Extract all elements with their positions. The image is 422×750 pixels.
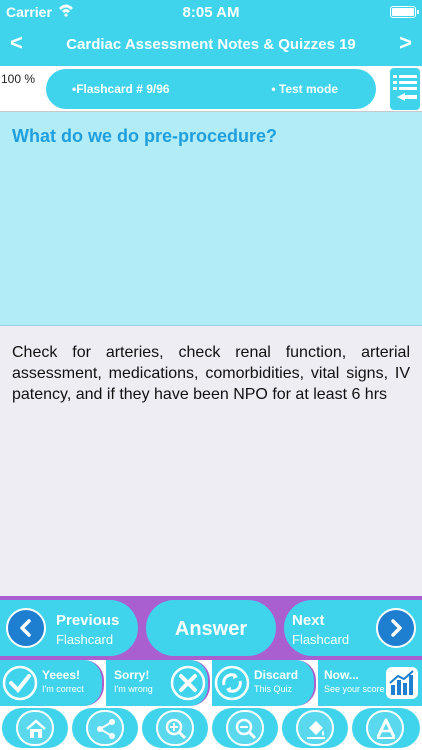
score-sublabel: See your score [324, 684, 385, 694]
zoom-in-icon [156, 710, 194, 746]
cross-icon [170, 665, 206, 701]
test-mode-label: • Test mode [271, 82, 338, 96]
next-label: Next [292, 612, 325, 629]
back-button[interactable]: < [10, 30, 23, 56]
info-strip: 100 % •Flashcard # 9/96 • Test mode [0, 66, 422, 112]
zoom-in-button[interactable] [142, 708, 208, 748]
chevron-right-icon [376, 608, 416, 648]
previous-label: Previous [56, 612, 120, 629]
home-icon [16, 710, 54, 746]
question-panel: What do we do pre-procedure? [0, 112, 422, 326]
quiz-action-row: Yeees! I'm correct Sorry! I'm wrong Disc… [0, 660, 422, 706]
page-title: Cardiac Assessment Notes & Quizzes 19 [66, 36, 356, 53]
checkmark-icon [2, 665, 38, 701]
wrong-sublabel: I'm wrong [114, 684, 153, 694]
nav-bar: < Cardiac Assessment Notes & Quizzes 19 … [0, 24, 422, 66]
paint-bucket-icon [296, 710, 334, 746]
correct-label: Yeees! [42, 668, 81, 682]
battery-icon [390, 6, 419, 18]
next-flashcard-button[interactable]: Next Flashcard [284, 600, 422, 656]
answer-text: Check for arteries, check renal function… [12, 344, 410, 403]
flashcard-counter: •Flashcard # 9/96 [72, 82, 170, 96]
forward-button[interactable]: > [399, 30, 412, 56]
correct-button[interactable]: Yeees! I'm correct [0, 660, 104, 706]
discard-quiz-button[interactable]: Discard This Quiz [212, 660, 316, 706]
status-bar: Carrier 8:05 AM [0, 0, 422, 24]
question-text: What do we do pre-procedure? [12, 126, 278, 146]
discard-sublabel: This Quiz [254, 684, 293, 694]
bottom-toolbar [0, 706, 422, 750]
flashcard-info-pill: •Flashcard # 9/96 • Test mode [46, 69, 376, 109]
bar-chart-icon [386, 667, 418, 699]
progress-percent: 100 % [0, 68, 44, 108]
previous-flashcard-button[interactable]: Previous Flashcard [0, 600, 138, 656]
clock: 8:05 AM [182, 4, 240, 21]
theme-button[interactable] [282, 708, 348, 748]
recycle-icon [214, 665, 250, 701]
font-icon [366, 710, 404, 746]
see-score-button[interactable]: Now... See your score [318, 660, 422, 706]
chevron-left-icon [6, 608, 46, 648]
previous-sublabel: Flashcard [56, 632, 114, 647]
answer-button[interactable]: Answer [146, 600, 276, 656]
font-button[interactable] [352, 708, 420, 748]
share-button[interactable] [72, 708, 138, 748]
wrong-label: Sorry! [114, 668, 150, 682]
list-menu-icon [393, 75, 417, 101]
flashcard-nav-row: Previous Flashcard Answer Next Flashcard [0, 596, 422, 660]
zoom-out-icon [226, 710, 264, 746]
home-button[interactable] [2, 708, 68, 748]
share-icon [86, 710, 124, 746]
zoom-out-button[interactable] [212, 708, 278, 748]
answer-label: Answer [174, 618, 248, 640]
answer-panel: Check for arteries, check renal function… [0, 326, 422, 596]
next-sublabel: Flashcard [292, 632, 350, 647]
discard-label: Discard [254, 668, 299, 682]
wrong-button[interactable]: Sorry! I'm wrong [106, 660, 210, 706]
correct-sublabel: I'm correct [42, 684, 84, 694]
menu-button[interactable] [390, 68, 420, 110]
score-label: Now... [324, 668, 359, 682]
